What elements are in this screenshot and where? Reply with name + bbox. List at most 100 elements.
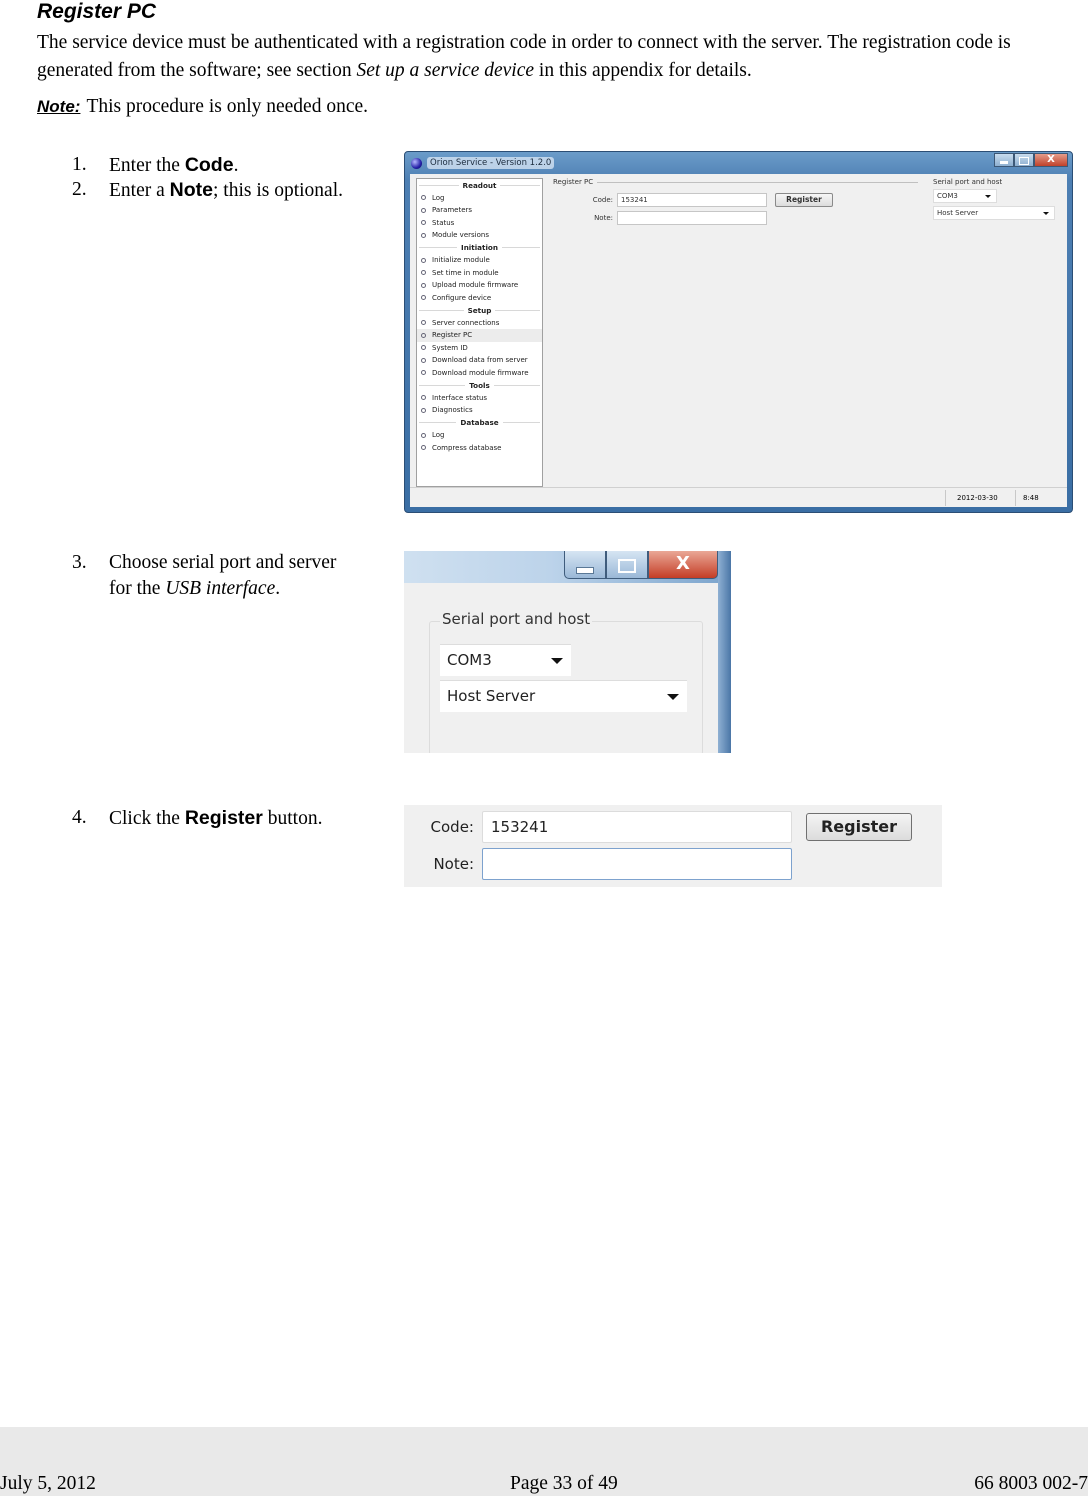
window-title-bar: Orion Service - Version 1.2.0 xyxy=(407,153,992,173)
chevron-down-icon xyxy=(985,195,991,198)
host-dropdown[interactable]: Host Server xyxy=(933,206,1055,220)
radio-bullet-icon xyxy=(421,295,426,301)
nav-section-header: Setup xyxy=(419,304,540,317)
window-frame xyxy=(718,551,731,753)
nav-item[interactable]: Download data from server xyxy=(417,354,542,367)
radio-bullet-icon xyxy=(421,370,426,376)
radio-bullet-icon xyxy=(421,220,426,226)
serial-port-group: Serial port and host COM3 Host Server xyxy=(429,610,703,753)
maximize-button[interactable] xyxy=(1014,153,1034,167)
note: Note: This procedure is only needed once. xyxy=(37,96,368,118)
port-dropdown[interactable]: COM3 xyxy=(440,644,571,676)
nav-item[interactable]: Module versions xyxy=(417,229,542,242)
code-row: Code: 153241 Register xyxy=(553,193,833,207)
note-label: Note: xyxy=(594,214,613,222)
intro-paragraph: The service device must be authenticated… xyxy=(37,32,1011,81)
radio-bullet-icon xyxy=(421,395,426,401)
step-3: 3. Choose serial port and server for the U… xyxy=(72,552,337,599)
note-row: Note: xyxy=(553,211,767,225)
step-2: 2. Enter a Note; this is optional. xyxy=(72,179,343,201)
radio-bullet-icon xyxy=(421,257,426,263)
nav-item[interactable]: Log xyxy=(417,429,542,442)
step-4: 4. Click the Register button. xyxy=(72,807,323,829)
window-title: Orion Service - Version 1.2.0 xyxy=(427,157,555,169)
status-time: 8:48 xyxy=(1023,494,1039,502)
status-date: 2012-03-30 xyxy=(957,494,998,502)
register-pc-group: Register PC Code: 153241 Register Note: xyxy=(553,178,918,228)
nav-item[interactable]: Interface status xyxy=(417,392,542,405)
note-input[interactable] xyxy=(482,848,792,880)
window-client: Serial port and host COM3 Host Server xyxy=(404,583,718,753)
nav-item[interactable]: Initialize module xyxy=(417,254,542,267)
note-label: Note: xyxy=(433,855,474,873)
section-reference: Set up a service device xyxy=(356,60,535,81)
window-controls: X xyxy=(564,551,718,579)
page-footer: July 5, 2012 Page 33 of 49 66 8003 002-7 xyxy=(0,1427,1088,1496)
radio-bullet-icon xyxy=(421,407,426,413)
register-form-screenshot: Code: 153241 Register Note: xyxy=(404,805,942,887)
nav-item[interactable]: Status xyxy=(417,217,542,230)
close-button[interactable]: X xyxy=(1034,153,1068,167)
radio-bullet-icon xyxy=(421,207,426,213)
minimize-button[interactable] xyxy=(564,551,606,579)
register-button[interactable]: Register xyxy=(806,813,912,841)
host-dropdown[interactable]: Host Server xyxy=(440,680,687,712)
code-label: Code: xyxy=(592,196,613,204)
port-dropdown[interactable]: COM3 xyxy=(933,189,997,203)
nav-section-header: Readout xyxy=(419,179,540,192)
nav-item[interactable]: Download module firmware xyxy=(417,367,542,380)
chevron-down-icon xyxy=(551,658,563,664)
chevron-down-icon xyxy=(667,694,679,700)
nav-item[interactable]: Log xyxy=(417,192,542,205)
nav-item[interactable]: Server connections xyxy=(417,317,542,330)
window-controls: X xyxy=(994,153,1068,167)
status-bar: 2012-03-30 8:48 xyxy=(410,487,1067,507)
close-button[interactable]: X xyxy=(648,551,718,579)
nav-section-header: Initiation xyxy=(419,242,540,255)
minimize-button[interactable] xyxy=(994,153,1014,167)
navigation-panel: Readout Log Parameters Status Module version… xyxy=(416,178,543,487)
app-window-screenshot: Orion Service - Version 1.2.0 X Readout L… xyxy=(404,151,1073,513)
nav-item[interactable]: Configure device xyxy=(417,292,542,305)
nav-item[interactable]: Set time in module xyxy=(417,267,542,280)
nav-item[interactable]: System ID xyxy=(417,342,542,355)
radio-bullet-icon xyxy=(421,282,426,288)
footer-date: July 5, 2012 xyxy=(0,1473,96,1494)
register-pc-legend: Register PC xyxy=(553,178,918,186)
radio-bullet-icon xyxy=(421,332,426,338)
serial-port-legend: Serial port and host xyxy=(440,610,593,628)
radio-bullet-icon xyxy=(421,445,426,451)
serial-port-legend: Serial port and host xyxy=(933,178,1003,186)
footer-doc-number: 66 8003 002-7 xyxy=(974,1473,1088,1494)
radio-bullet-icon xyxy=(421,357,426,363)
radio-bullet-icon xyxy=(421,270,426,276)
code-input[interactable]: 153241 xyxy=(617,193,767,207)
serial-port-screenshot: X Serial port and host COM3 Host Server xyxy=(404,551,731,753)
section-heading: Register PC xyxy=(37,0,157,23)
nav-section-header: Database xyxy=(419,417,540,430)
radio-bullet-icon xyxy=(421,345,426,351)
nav-section-header: Tools xyxy=(419,379,540,392)
code-input[interactable]: 153241 xyxy=(482,811,792,843)
radio-bullet-icon xyxy=(421,432,426,438)
chevron-down-icon xyxy=(1043,212,1049,215)
step-1: 1. Enter the Code. xyxy=(72,154,239,176)
app-orb-icon xyxy=(411,157,422,169)
note-input[interactable] xyxy=(617,211,767,225)
window-client: Readout Log Parameters Status Module version… xyxy=(410,174,1067,507)
nav-item[interactable]: Parameters xyxy=(417,204,542,217)
nav-item[interactable]: Register PC xyxy=(417,329,542,342)
footer-page-number: Page 33 of 49 xyxy=(510,1473,618,1494)
nav-item[interactable]: Diagnostics xyxy=(417,404,542,417)
code-label: Code: xyxy=(430,818,474,836)
nav-item[interactable]: Upload module firmware xyxy=(417,279,542,292)
radio-bullet-icon xyxy=(421,320,426,326)
register-button[interactable]: Register xyxy=(775,193,833,207)
note-label: Note: xyxy=(37,97,81,116)
radio-bullet-icon xyxy=(421,195,426,201)
note-text: This procedure is only needed once. xyxy=(86,96,369,117)
nav-item[interactable]: Compress database xyxy=(417,442,542,455)
status-divider xyxy=(945,490,946,506)
status-divider xyxy=(1015,490,1016,506)
maximize-button[interactable] xyxy=(606,551,648,579)
